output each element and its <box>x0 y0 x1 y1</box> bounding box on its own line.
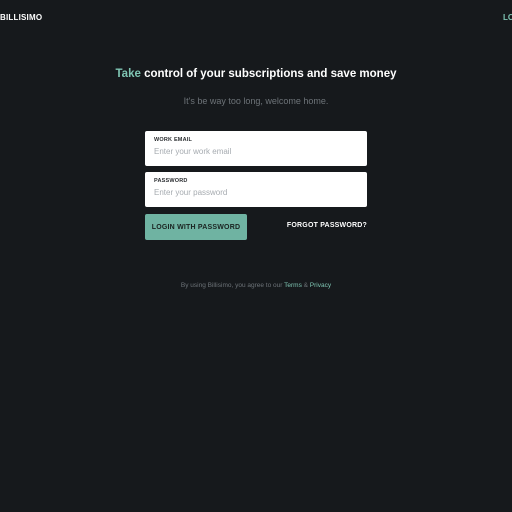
login-with-password-button[interactable]: LOGIN WITH PASSWORD <box>145 214 247 240</box>
legal-prefix: By using Billisimo, you agree to our <box>180 282 285 289</box>
title-accent: Take <box>115 68 141 80</box>
email-input[interactable] <box>154 147 358 156</box>
brand-logo[interactable]: BILLISIMO <box>0 13 42 22</box>
login-link[interactable]: LOGIN <box>503 13 512 22</box>
terms-link[interactable]: Terms <box>284 282 302 289</box>
page-title: Take control of your subscriptions and s… <box>0 67 512 82</box>
page-subtitle: It's be way too long, welcome home. <box>183 96 329 106</box>
legal-notice: By using Billisimo, you agree to our Ter… <box>0 282 512 289</box>
password-input[interactable] <box>154 188 358 197</box>
password-field[interactable]: PASSWORD <box>145 172 367 207</box>
legal-amp: & <box>301 282 310 289</box>
privacy-link[interactable]: Privacy <box>310 282 331 289</box>
email-field[interactable]: WORK EMAIL <box>145 131 367 166</box>
title-rest: control of your subscriptions and save m… <box>140 68 397 80</box>
email-label: WORK EMAIL <box>154 137 193 143</box>
password-label: PASSWORD <box>154 178 188 184</box>
forgot-password-link[interactable]: FORGOT PASSWORD? <box>287 222 367 229</box>
